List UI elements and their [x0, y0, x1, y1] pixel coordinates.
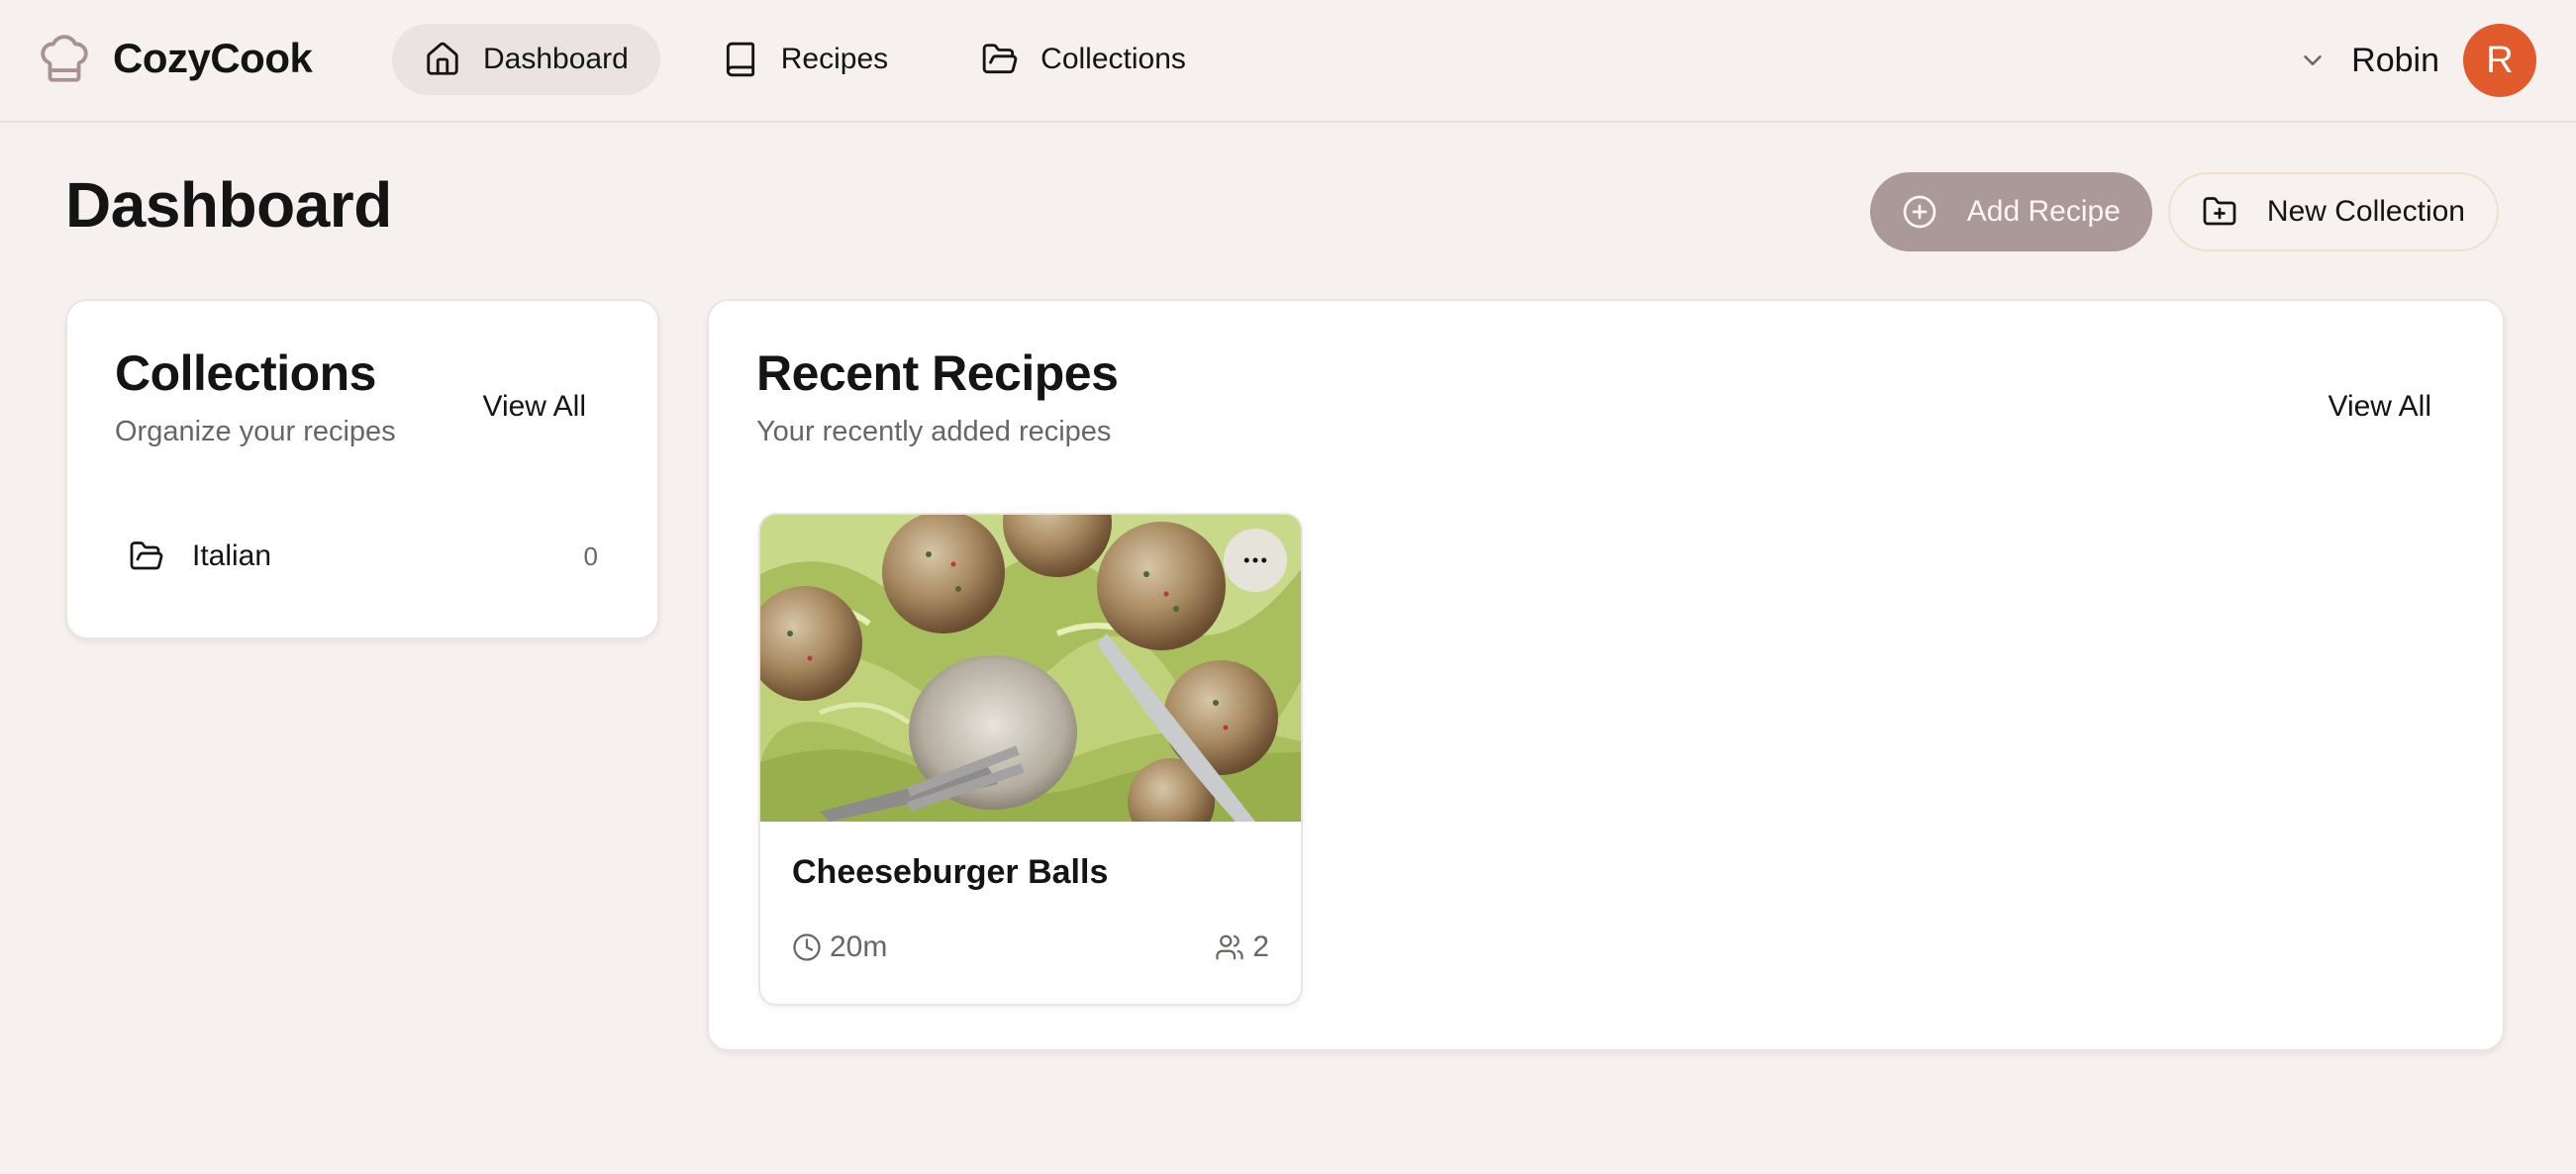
collections-view-all-button[interactable]: View All [482, 390, 586, 424]
folder-open-icon [981, 41, 1019, 78]
nav-item-label: Dashboard [483, 43, 629, 75]
recipe-time: 20m [792, 930, 887, 964]
users-icon [1215, 932, 1244, 962]
recent-recipes-card: Recent Recipes Your recently added recip… [707, 299, 2505, 1051]
home-icon [424, 41, 461, 78]
collection-item-italian[interactable]: Italian 0 [107, 517, 620, 596]
avatar[interactable]: R [2463, 24, 2536, 97]
chef-hat-icon [36, 30, 93, 87]
nav-item-collections[interactable]: Collections [949, 24, 1218, 95]
recipe-title: Cheeseburger Balls [792, 853, 1109, 891]
collections-subtitle: Organize your recipes [115, 416, 396, 447]
collections-card: Collections Organize your recipes View A… [65, 299, 659, 639]
folder-open-icon [129, 538, 164, 574]
recipe-image [760, 515, 1301, 822]
page-actions: Add Recipe New Collection [1869, 172, 2499, 251]
ellipsis-icon [1240, 545, 1270, 575]
folder-plus-icon [2202, 194, 2237, 230]
collections-title: Collections [115, 345, 376, 401]
nav-item-dashboard[interactable]: Dashboard [392, 24, 660, 95]
recipe-time-value: 20m [830, 930, 888, 963]
chevron-down-icon[interactable] [2298, 46, 2328, 75]
nav-item-label: Recipes [780, 43, 889, 75]
user-menu[interactable]: Robin R [2298, 24, 2536, 97]
brand[interactable]: CozyCook [36, 30, 313, 87]
recent-recipes-view-all-button[interactable]: View All [2328, 390, 2431, 424]
user-name: Robin [2351, 41, 2439, 79]
clock-icon [792, 932, 822, 962]
recent-recipes-subtitle: Your recently added recipes [756, 416, 1112, 447]
nav-item-label: Collections [1040, 43, 1186, 75]
nav-item-recipes[interactable]: Recipes [690, 24, 920, 95]
collection-name: Italian [192, 539, 272, 572]
brand-name: CozyCook [113, 35, 313, 81]
recipe-servings-value: 2 [1252, 930, 1269, 963]
recipe-card[interactable]: Cheeseburger Balls 20m 2 [758, 513, 1303, 1006]
book-icon [722, 41, 759, 78]
add-recipe-label: Add Recipe [1966, 195, 2121, 228]
collection-count: 0 [583, 540, 598, 571]
add-recipe-button[interactable]: Add Recipe [1869, 172, 2152, 251]
new-collection-button[interactable]: New Collection [2167, 172, 2499, 251]
new-collection-label: New Collection [2266, 195, 2465, 228]
recipe-servings: 2 [1215, 930, 1269, 964]
more-options-button[interactable] [1224, 529, 1287, 592]
page-title: Dashboard [65, 169, 392, 241]
plus-circle-icon [1902, 194, 1937, 230]
recent-recipes-title: Recent Recipes [756, 345, 1119, 401]
top-navigation-bar: CozyCook Dashboard Recipes Collections R… [0, 0, 2576, 123]
main-nav: Dashboard Recipes Collections [392, 24, 1247, 95]
